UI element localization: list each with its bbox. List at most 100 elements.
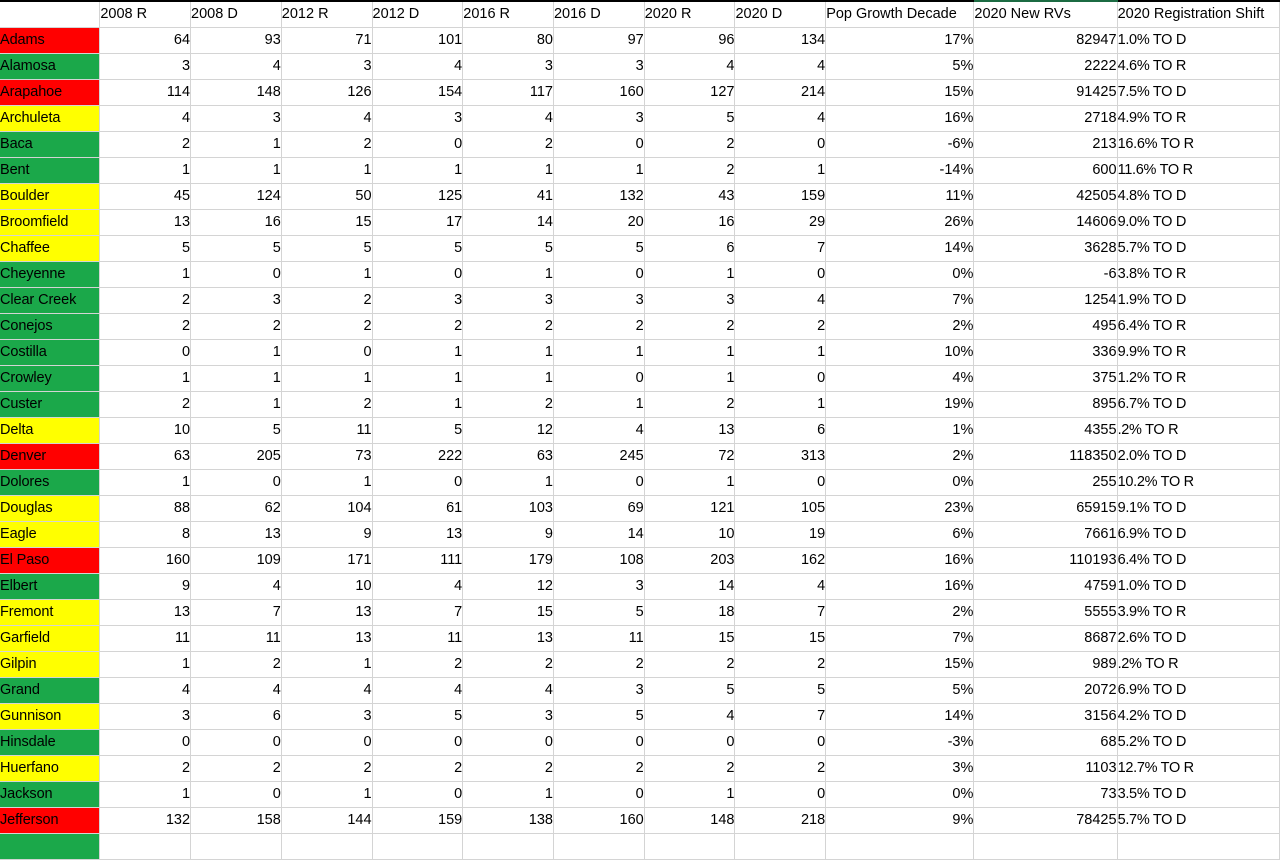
cell-r2012[interactable]: 1 [281,365,373,392]
cell-r2012[interactable]: 1 [281,157,373,184]
cell-popgrowth[interactable]: 4% [825,365,975,392]
cell-d2008[interactable]: 3 [190,287,282,314]
cell-r2020[interactable]: 2 [644,651,736,678]
county-name-cell[interactable]: Costilla [0,339,101,366]
cell-newrvs[interactable]: 255 [973,469,1118,496]
cell-registration-shift[interactable]: 5.2% TO D [1117,729,1280,756]
table-row[interactable]: Baca 2 1 2 0 2 0 2 0 -6% 213 16.6% TO R [0,131,1280,158]
cell-registration-shift[interactable]: 9.9% TO R [1117,339,1280,366]
cell-r2008[interactable]: 1 [99,469,192,496]
cell-d2012[interactable]: 3 [372,105,464,132]
county-name-cell[interactable]: Gilpin [0,651,101,678]
cell-d2012[interactable]: 4 [372,53,464,80]
cell-r2012[interactable]: 13 [281,599,373,626]
cell-r2008[interactable]: 2 [99,755,192,782]
table-row[interactable]: Fremont 13 7 13 7 15 5 18 7 2% 5555 3.9% TO R [0,599,1280,626]
cell-newrvs[interactable]: 600 [973,157,1118,184]
county-name-cell[interactable]: Jackson [0,781,101,808]
cell-r2008[interactable]: 9 [99,573,192,600]
cell-r2016[interactable]: 14 [462,209,554,236]
county-name-cell[interactable]: Bent [0,157,101,184]
cell-newrvs[interactable]: 4759 [973,573,1118,600]
table-row-clipped[interactable] [0,833,1280,860]
cell-d2008[interactable]: 11 [190,625,282,652]
cell-r2012[interactable]: 2 [281,287,373,314]
cell-r2020[interactable]: 14 [644,573,736,600]
cell-d2008[interactable]: 1 [190,157,282,184]
table-row[interactable]: Douglas 88 62 104 61 103 69 121 105 23% 65915 9.1% … [0,495,1280,522]
county-name-cell[interactable]: Garfield [0,625,101,652]
cell-d2008[interactable]: 4 [190,573,282,600]
cell-d2020[interactable]: 7 [734,235,827,262]
cell-d2012[interactable]: 5 [372,235,464,262]
cell-r2012[interactable]: 1 [281,781,373,808]
cell-r2020[interactable]: 15 [644,625,736,652]
cell-registration-shift[interactable]: 2.6% TO D [1117,625,1280,652]
cell-newrvs[interactable]: 68 [973,729,1118,756]
table-row[interactable]: Clear Creek 2 3 2 3 3 3 3 4 7% 1254 1.9% TO D [0,287,1280,314]
cell-newrvs[interactable]: 989 [973,651,1118,678]
cell-r2016[interactable]: 2 [462,651,554,678]
cell-registration-shift[interactable]: 6.7% TO D [1117,391,1280,418]
county-name-cell[interactable]: Delta [0,417,101,444]
cell-d2012[interactable]: 101 [372,27,464,54]
cell-d2012[interactable]: 0 [372,469,464,496]
cell-r2008[interactable]: 4 [99,105,192,132]
table-row[interactable]: Hinsdale 0 0 0 0 0 0 0 0 -3% 68 5.2% TO D [0,729,1280,756]
cell-registration-shift[interactable]: 11.6% TO R [1117,157,1280,184]
county-name-cell[interactable]: Eagle [0,521,101,548]
cell-popgrowth[interactable]: 16% [825,105,975,132]
cell-r2020[interactable]: 4 [644,703,736,730]
cell-r2008[interactable]: 63 [99,443,192,470]
cell-r2008[interactable]: 13 [99,599,192,626]
cell-d2008[interactable]: 1 [190,391,282,418]
cell-r2020[interactable]: 13 [644,417,736,444]
cell-newrvs[interactable]: 14606 [973,209,1118,236]
cell-empty[interactable] [281,833,373,860]
cell-empty[interactable] [553,833,645,860]
county-name-cell[interactable]: Conejos [0,313,101,340]
cell-r2016[interactable]: 103 [462,495,554,522]
cell-r2020[interactable]: 121 [644,495,736,522]
cell-r2020[interactable]: 2 [644,313,736,340]
cell-d2016[interactable]: 5 [553,235,645,262]
cell-popgrowth[interactable]: 2% [825,443,975,470]
cell-r2008[interactable]: 0 [99,729,192,756]
cell-r2012[interactable]: 0 [281,729,373,756]
cell-r2008[interactable]: 1 [99,261,192,288]
cell-popgrowth[interactable]: 0% [825,469,975,496]
cell-r2012[interactable]: 3 [281,53,373,80]
cell-newrvs[interactable]: 65915 [973,495,1118,522]
cell-d2012[interactable]: 1 [372,391,464,418]
cell-r2012[interactable]: 104 [281,495,373,522]
cell-r2008[interactable]: 2 [99,131,192,158]
cell-r2020[interactable]: 43 [644,183,736,210]
cell-registration-shift[interactable]: 1.0% TO D [1117,573,1280,600]
county-name-cell[interactable]: Archuleta [0,105,101,132]
cell-newrvs[interactable]: 375 [973,365,1118,392]
cell-popgrowth[interactable]: 14% [825,703,975,730]
cell-r2012[interactable]: 171 [281,547,373,574]
cell-d2008[interactable]: 0 [190,261,282,288]
cell-r2008[interactable]: 1 [99,365,192,392]
county-name-cell[interactable]: Broomfield [0,209,101,236]
cell-d2008[interactable]: 62 [190,495,282,522]
cell-registration-shift[interactable]: 4.6% TO R [1117,53,1280,80]
cell-d2008[interactable]: 1 [190,339,282,366]
cell-r2008[interactable]: 114 [99,79,192,106]
cell-registration-shift[interactable]: .2% TO R [1117,417,1280,444]
cell-popgrowth[interactable]: 15% [825,79,975,106]
cell-r2008[interactable]: 13 [99,209,192,236]
cell-empty[interactable] [734,833,827,860]
cell-d2012[interactable]: 1 [372,157,464,184]
cell-r2008[interactable]: 0 [99,339,192,366]
cell-r2016[interactable]: 41 [462,183,554,210]
cell-d2020[interactable]: 1 [734,157,827,184]
cell-newrvs[interactable]: 73 [973,781,1118,808]
table-row[interactable]: Chaffee 5 5 5 5 5 5 6 7 14% 3628 5.7% TO D [0,235,1280,262]
cell-r2020[interactable]: 2 [644,391,736,418]
cell-d2020[interactable]: 2 [734,651,827,678]
cell-d2016[interactable]: 2 [553,755,645,782]
county-name-cell[interactable]: Dolores [0,469,101,496]
table-row[interactable]: Cheyenne 1 0 1 0 1 0 1 0 0% -6 3.8% TO R [0,261,1280,288]
